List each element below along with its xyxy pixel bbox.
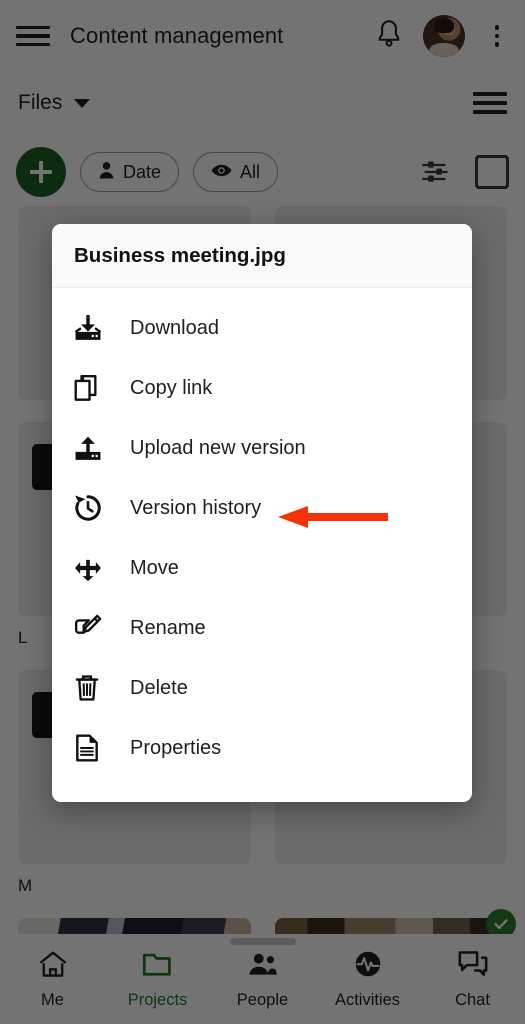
nav-item-people[interactable]: People [210,950,315,1010]
move-icon [74,554,118,582]
menu-item-rename[interactable]: Rename [52,598,472,658]
history-icon [74,494,118,522]
file-name: M [18,876,33,895]
section-title[interactable]: Files [18,91,62,115]
download-icon [74,315,118,341]
nav-item-projects-label: Projects [127,991,188,1009]
nav-item-chat[interactable]: Chat [420,950,525,1010]
menu-item-move[interactable]: Move [52,538,472,598]
menu-item-download[interactable]: Download [52,298,472,358]
filter-chip-date[interactable]: Date [80,152,180,192]
filter-bar-actions [421,155,509,189]
app-bar: Content management [0,0,525,72]
menu-item-copy-link-label: Copy link [130,376,213,399]
upload-icon [74,435,118,461]
filter-bar: Date All [0,140,525,204]
home-icon [38,950,68,983]
menu-item-copy-link[interactable]: Copy link [52,358,472,418]
app-bar-actions [375,15,509,57]
list-view-icon[interactable] [473,90,507,116]
filter-chip-all-label: All [240,161,261,182]
activity-pulse-icon [353,950,383,983]
copy-link-icon [74,374,118,402]
eye-icon [211,162,232,183]
sheet-menu: Download Copy link Upload new version Ve… [52,288,472,792]
chevron-down-icon[interactable] [74,98,91,108]
menu-item-move-label: Move [130,556,179,579]
avatar[interactable] [423,15,465,57]
person-icon [98,161,115,184]
nav-item-activities-label: Activities [334,991,401,1009]
bottom-navigation: Me Projects People Activities Chat [0,934,525,1024]
plus-icon [30,161,52,183]
menu-item-version-history-label: Version history [130,496,262,519]
trash-icon [74,674,118,702]
rename-pencil-icon [74,614,118,642]
file-actions-sheet: Business meeting.jpg Download Copy link … [52,224,472,802]
menu-item-upload-new-version-label: Upload new version [130,436,306,459]
sheet-title: Business meeting.jpg [74,243,286,267]
select-all-checkbox[interactable] [475,155,509,189]
nav-item-activities[interactable]: Activities [315,950,420,1010]
nav-item-projects[interactable]: Projects [105,950,210,1010]
nav-item-chat-label: Chat [455,991,490,1009]
kebab-menu-icon[interactable] [485,19,509,53]
hamburger-icon[interactable] [16,19,50,53]
section-bar: Files [0,72,525,134]
menu-item-upload-new-version[interactable]: Upload new version [52,418,472,478]
chat-icon [458,950,488,983]
people-icon [247,950,279,983]
menu-item-delete[interactable]: Delete [52,658,472,718]
filter-chip-all[interactable]: All [193,152,279,192]
menu-item-version-history[interactable]: Version history [52,478,472,538]
nav-item-me[interactable]: Me [0,950,105,1010]
filter-chip-date-label: Date [123,161,162,182]
bell-icon[interactable] [375,19,403,54]
drag-handle[interactable] [229,938,296,945]
menu-item-properties-label: Properties [130,736,222,759]
folder-icon [142,950,174,983]
add-button[interactable] [16,147,66,197]
menu-item-delete-label: Delete [130,676,188,699]
menu-item-properties[interactable]: Properties [52,718,472,778]
page-title: Content management [70,23,284,48]
properties-document-icon [74,734,118,762]
screen: Content management Files Date All L M Me… [0,0,525,1024]
red-left-arrow [278,505,388,529]
sheet-header: Business meeting.jpg [52,224,472,288]
nav-item-people-label: People [236,991,289,1009]
menu-item-rename-label: Rename [130,616,206,639]
sliders-filter-icon[interactable] [421,158,449,186]
menu-item-download-label: Download [130,316,219,339]
nav-item-me-label: Me [41,991,64,1009]
